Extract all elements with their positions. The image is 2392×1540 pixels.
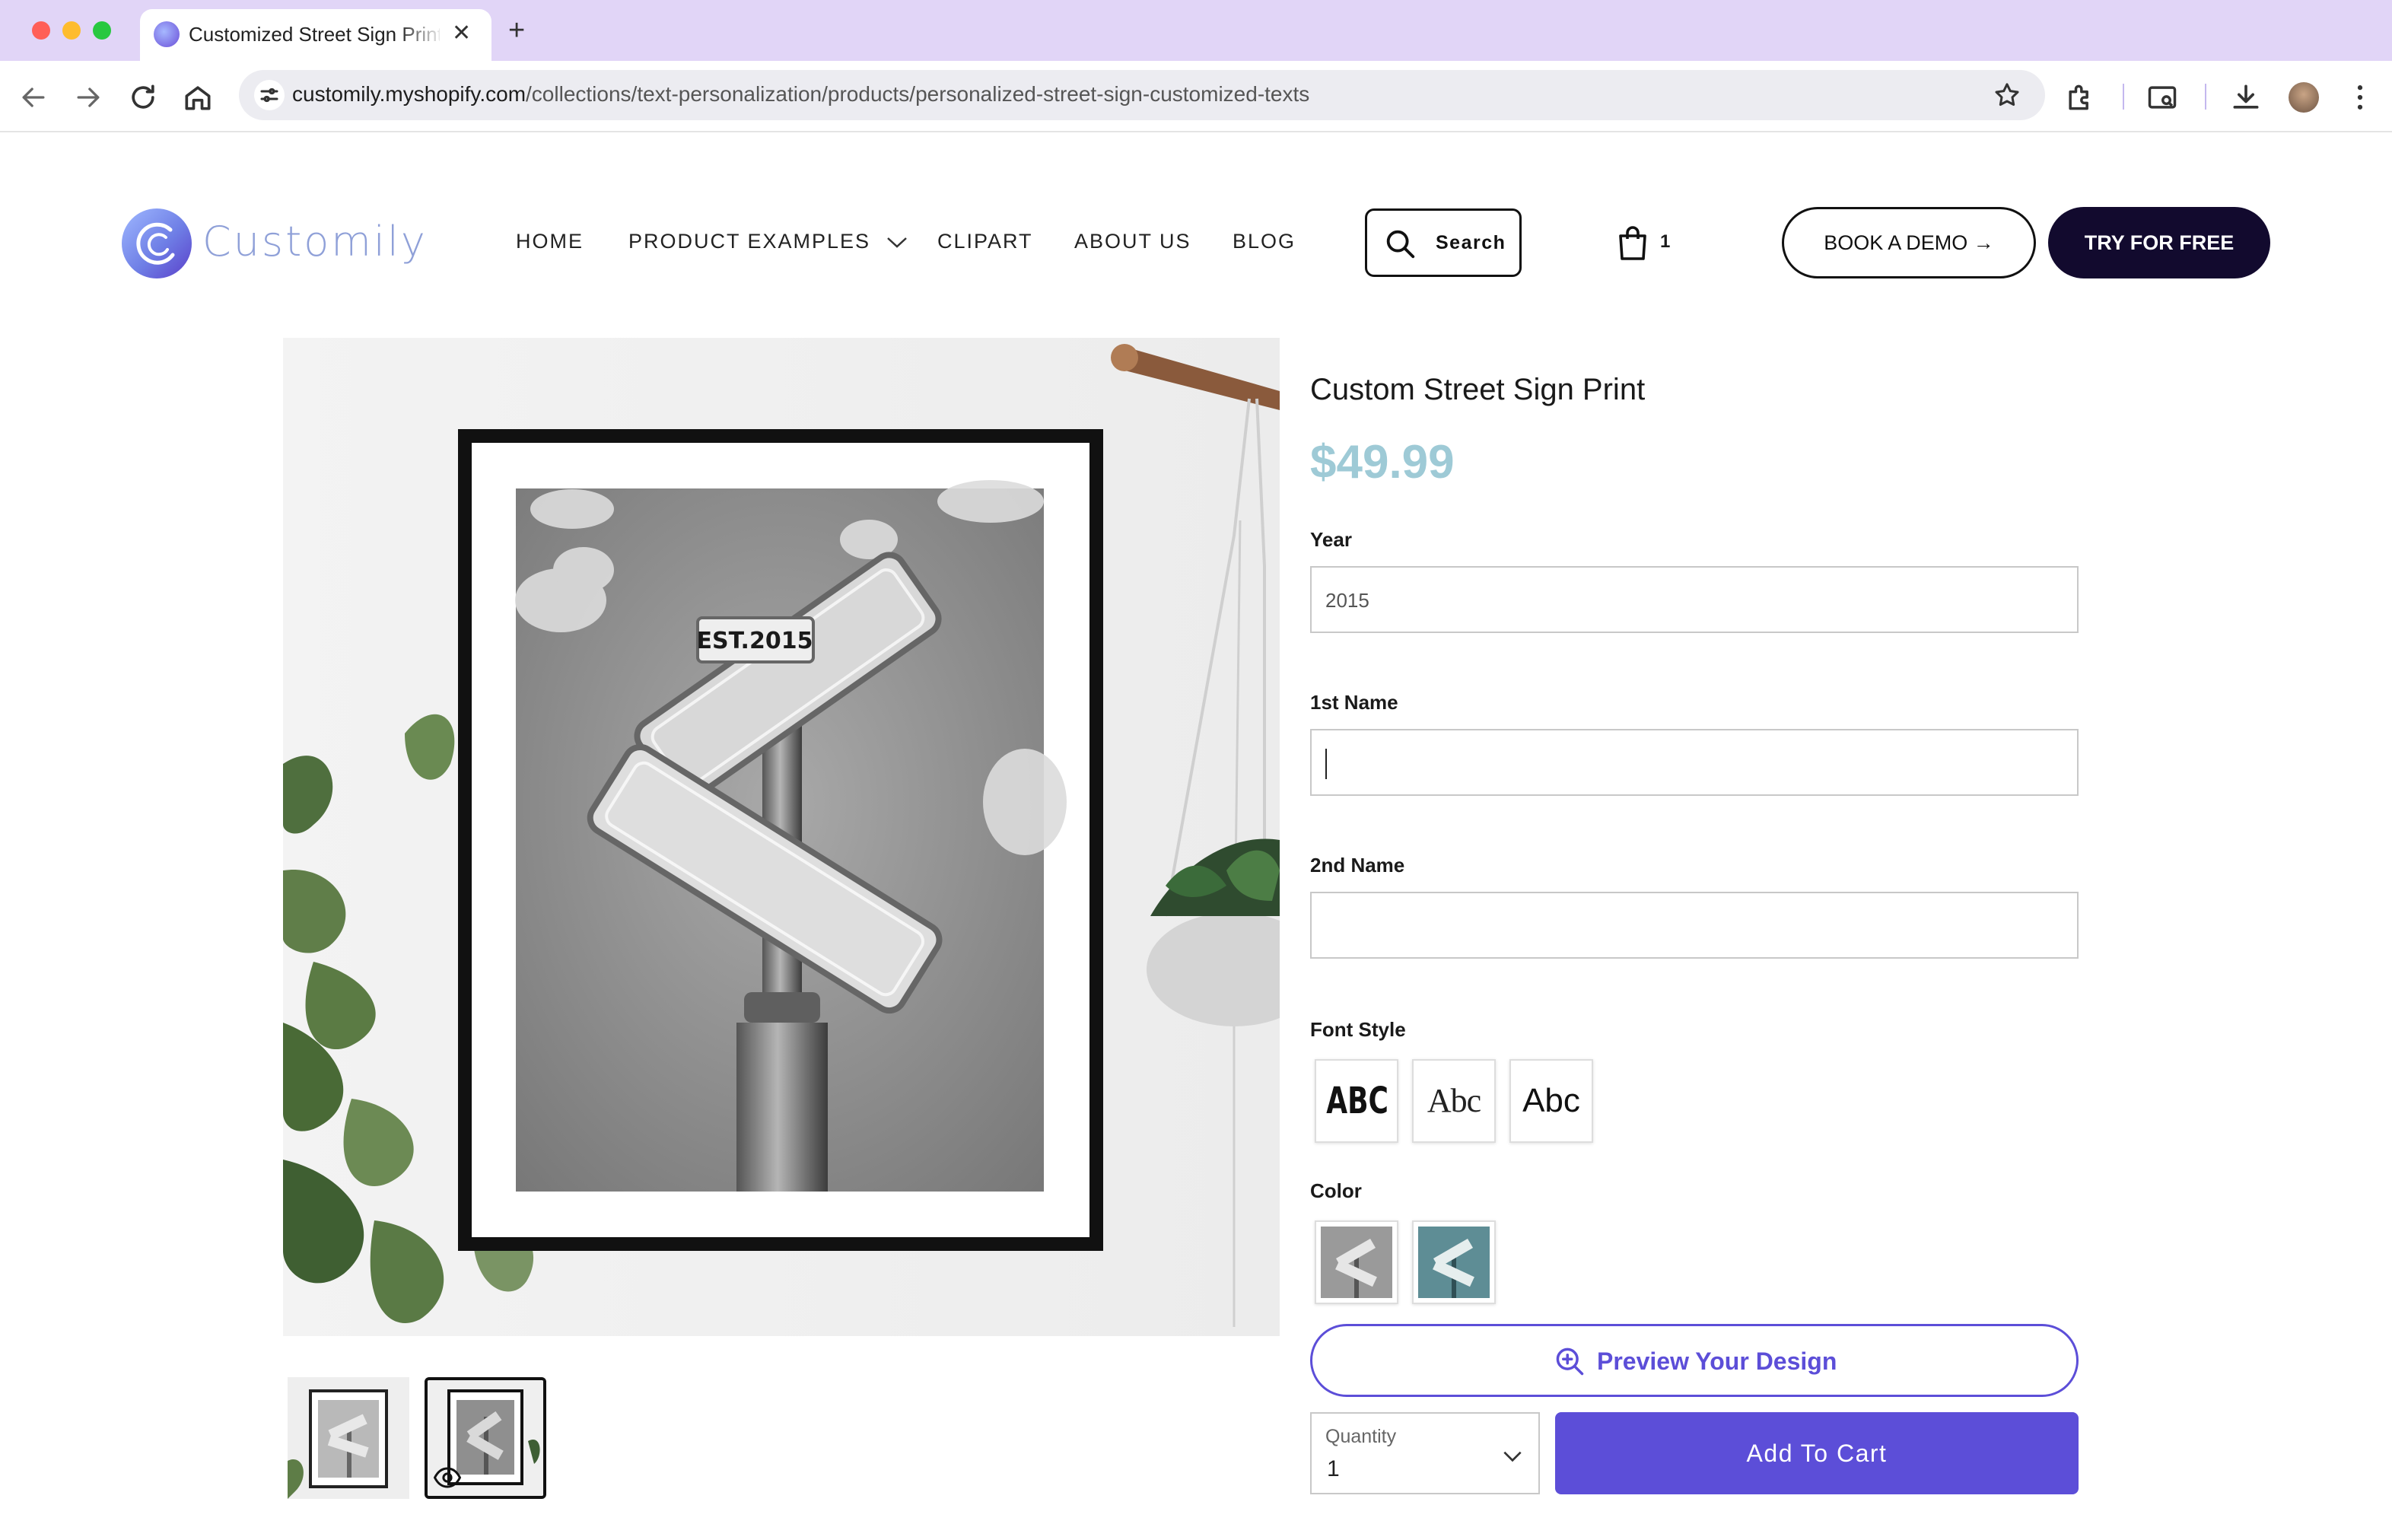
first-name-input[interactable] <box>1310 729 2079 796</box>
color-option-gray[interactable] <box>1315 1220 1398 1304</box>
url-text: customily.myshopify.com/collections/text… <box>292 82 1310 106</box>
quantity-select[interactable]: Quantity 1 <box>1310 1412 1540 1494</box>
add-to-cart-button[interactable]: Add To Cart <box>1555 1412 2079 1494</box>
year-input[interactable]: 2015 <box>1310 566 2079 633</box>
address-bar[interactable]: customily.myshopify.com/collections/text… <box>239 70 2045 120</box>
color-label: Color <box>1310 1179 1362 1202</box>
chevron-down-icon <box>886 237 907 248</box>
quantity-caption: Quantity <box>1325 1426 1397 1447</box>
nav-clipart[interactable]: CLIPART <box>937 230 1033 253</box>
maximize-window-button[interactable] <box>93 21 111 40</box>
preview-label: Preview Your Design <box>1597 1348 1837 1375</box>
close-window-button[interactable] <box>32 21 50 40</box>
product-main-image[interactable]: EST.2015 <box>283 338 1280 1336</box>
try-free-button[interactable]: TRY FOR FREE <box>2048 207 2270 278</box>
tab-search-icon[interactable] <box>2145 81 2179 114</box>
nav-home[interactable]: HOME <box>516 230 584 253</box>
menu-icon[interactable] <box>2343 81 2377 114</box>
nav-product-examples[interactable]: PRODUCT EXAMPLES <box>628 230 908 253</box>
font-option-serif[interactable]: Abc <box>1412 1059 1496 1143</box>
brand-name[interactable]: Customily <box>202 218 428 266</box>
search-icon <box>1386 230 1415 259</box>
font-option-sans[interactable]: Abc <box>1509 1059 1593 1143</box>
second-name-label: 2nd Name <box>1310 854 1405 877</box>
second-name-input[interactable] <box>1310 892 2079 959</box>
preview-design-button[interactable]: Preview Your Design <box>1310 1324 2079 1397</box>
browser-tab-bar: Customized Street Sign Print ✕ + <box>0 0 2392 61</box>
product-title: Custom Street Sign Print <box>1310 373 1646 406</box>
quantity-value: 1 <box>1327 1456 1340 1481</box>
tab-close-icon[interactable]: ✕ <box>452 20 471 47</box>
product-price: $49.99 <box>1310 436 1455 488</box>
minimize-window-button[interactable] <box>62 21 81 40</box>
back-icon[interactable] <box>17 81 50 114</box>
year-label: Year <box>1310 528 1352 551</box>
cart-icon[interactable] <box>1616 225 1649 262</box>
year-value: 2015 <box>1325 589 1369 612</box>
image-sign-text: EST.2015 <box>697 628 813 654</box>
thumbnail-1[interactable] <box>288 1377 409 1499</box>
extensions-icon[interactable] <box>2063 81 2097 114</box>
first-name-label: 1st Name <box>1310 691 1398 714</box>
color-option-teal[interactable] <box>1412 1220 1496 1304</box>
cart-count[interactable]: 1 <box>1660 231 1670 253</box>
browser-tab[interactable]: Customized Street Sign Print ✕ <box>140 9 491 61</box>
search-button[interactable]: Search <box>1365 208 1522 277</box>
thumbnail-2[interactable] <box>425 1377 546 1499</box>
customily-logo[interactable] <box>120 207 193 280</box>
new-tab-button[interactable]: + <box>508 14 525 47</box>
eye-icon <box>434 1467 461 1488</box>
site-info-icon[interactable] <box>254 80 285 110</box>
bookmark-star-icon[interactable] <box>1992 80 2022 110</box>
chevron-down-icon <box>1503 1451 1522 1462</box>
zoom-in-icon <box>1556 1348 1584 1376</box>
nav-blog[interactable]: BLOG <box>1233 230 1296 253</box>
font-option-bold-condensed[interactable]: ABC <box>1315 1059 1398 1143</box>
tab-favicon-icon <box>154 21 180 47</box>
search-label: Search <box>1436 232 1506 253</box>
text-cursor <box>1325 749 1327 779</box>
download-icon[interactable] <box>2229 81 2263 114</box>
font-style-label: Font Style <box>1310 1018 1406 1041</box>
home-icon[interactable] <box>181 81 215 114</box>
profile-avatar[interactable] <box>2289 82 2319 113</box>
nav-about-us[interactable]: ABOUT US <box>1074 230 1191 253</box>
forward-icon[interactable] <box>72 81 105 114</box>
book-demo-button[interactable]: BOOK A DEMO → <box>1782 207 2036 278</box>
reload-icon[interactable] <box>126 81 160 114</box>
